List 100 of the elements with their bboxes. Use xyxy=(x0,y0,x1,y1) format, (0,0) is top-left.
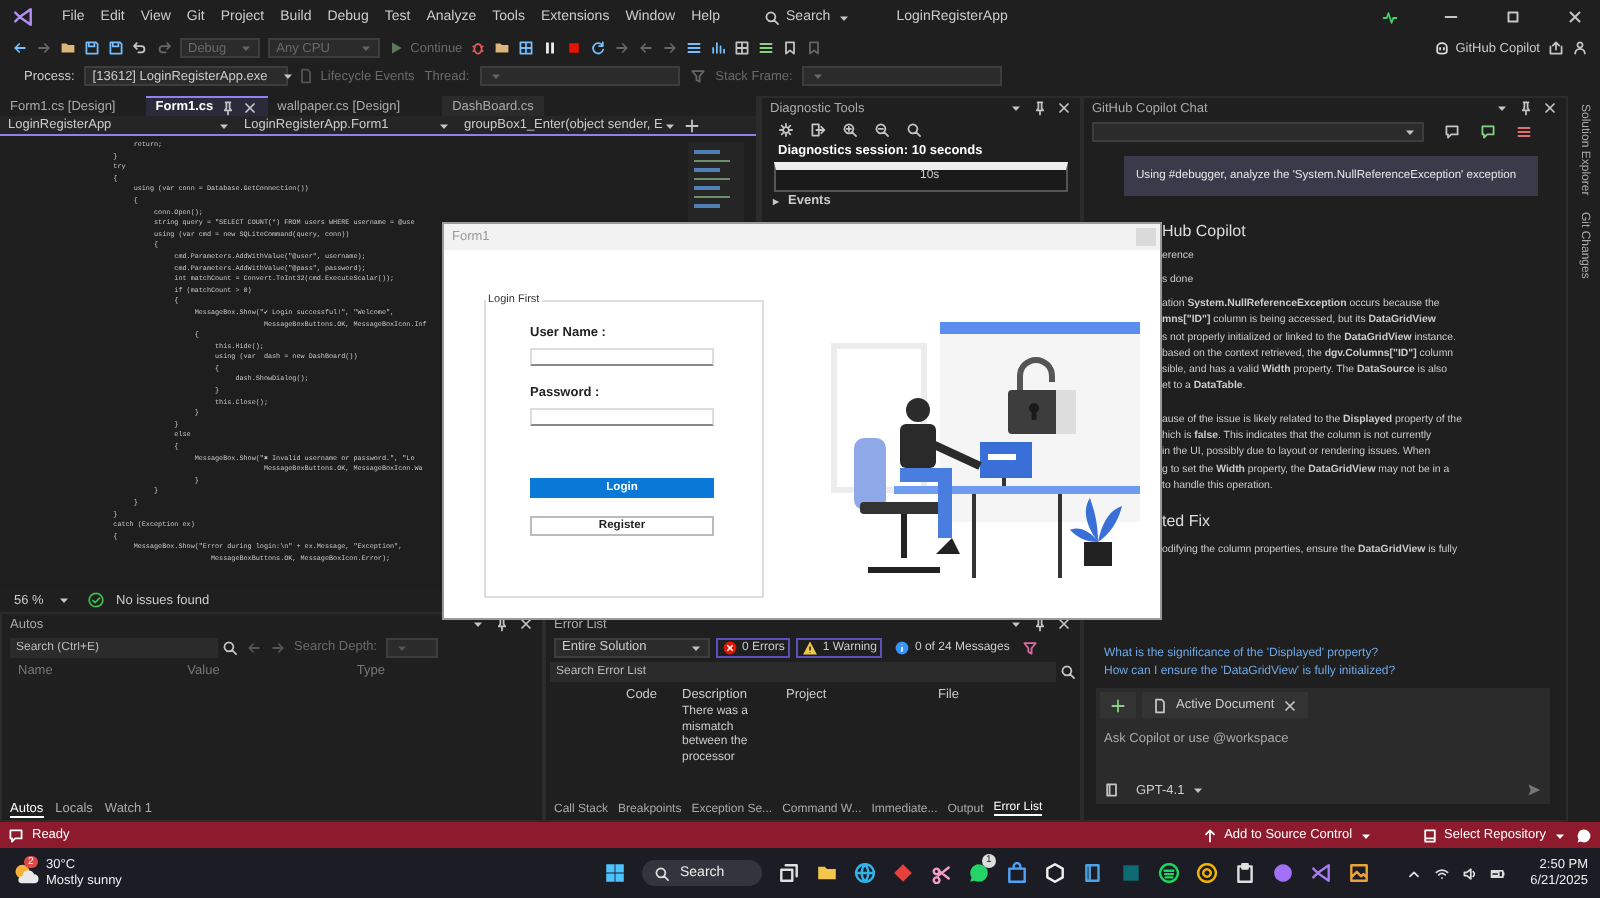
maximize-icon[interactable] xyxy=(1504,8,1522,26)
document-icon xyxy=(298,68,315,84)
response-heading: Hub Copilot xyxy=(1162,220,1248,244)
wifi-icon[interactable] xyxy=(1434,865,1451,881)
clipboard-icon[interactable] xyxy=(1234,862,1256,884)
caret-icon xyxy=(358,40,375,56)
windows-logo-icon[interactable] xyxy=(604,862,626,884)
close-icon[interactable] xyxy=(241,99,258,115)
book-icon[interactable] xyxy=(1082,862,1104,884)
diamond-icon[interactable] xyxy=(892,862,914,884)
arrow-up-icon xyxy=(1202,827,1219,843)
bars-icon[interactable] xyxy=(710,40,727,56)
plus-icon[interactable] xyxy=(684,117,700,133)
shopping-bag-icon[interactable] xyxy=(1006,862,1028,884)
close-icon[interactable] xyxy=(1542,100,1558,116)
caret-icon[interactable] xyxy=(1008,100,1024,116)
undo-icon[interactable] xyxy=(132,40,148,56)
close-icon[interactable] xyxy=(1566,8,1584,26)
filter-icon[interactable] xyxy=(1021,639,1038,655)
save-icon[interactable] xyxy=(108,40,124,56)
search-icon xyxy=(654,865,670,881)
stop-icon[interactable] xyxy=(566,40,583,56)
battery-icon[interactable] xyxy=(1490,865,1507,881)
search-icon[interactable] xyxy=(906,122,922,138)
folder-icon[interactable] xyxy=(60,40,76,56)
chat-bubble-icon[interactable] xyxy=(968,862,990,884)
info-icon xyxy=(894,639,911,655)
back-icon[interactable] xyxy=(12,40,28,56)
book-icon[interactable] xyxy=(1104,782,1120,798)
caret-icon xyxy=(238,40,255,56)
square-icon[interactable] xyxy=(1120,862,1142,884)
scissors-icon[interactable] xyxy=(930,862,952,884)
search-icon xyxy=(222,639,238,655)
send-icon[interactable] xyxy=(1526,782,1542,798)
chat-icon[interactable] xyxy=(1444,123,1460,139)
comment-icon xyxy=(8,827,24,843)
pin-icon[interactable] xyxy=(1032,616,1048,632)
speaker-icon[interactable] xyxy=(1462,865,1479,881)
arrow-right-icon[interactable] xyxy=(614,40,631,56)
ribbon-icon[interactable] xyxy=(1310,862,1332,884)
close-icon[interactable] xyxy=(1056,100,1072,116)
folder-icon[interactable] xyxy=(816,862,838,884)
caret-icon[interactable] xyxy=(470,616,486,632)
add-context-button[interactable] xyxy=(1100,692,1136,718)
window-stack-icon[interactable] xyxy=(778,862,800,884)
input-field[interactable] xyxy=(530,348,714,366)
share-icon[interactable] xyxy=(1548,40,1564,56)
hexagon-icon[interactable] xyxy=(1044,862,1066,884)
caret-icon xyxy=(56,592,72,608)
pin-icon[interactable] xyxy=(219,99,236,115)
settings-icon[interactable] xyxy=(778,122,794,138)
pause-icon[interactable] xyxy=(542,40,559,56)
caret-icon[interactable] xyxy=(1008,616,1024,632)
pin-icon[interactable] xyxy=(494,616,510,632)
forward-icon[interactable] xyxy=(36,40,52,56)
grid-icon[interactable] xyxy=(734,40,751,56)
notification-icon[interactable] xyxy=(1576,827,1592,843)
close-icon[interactable] xyxy=(1056,616,1072,632)
repository-icon xyxy=(1422,827,1439,843)
caret-icon xyxy=(279,68,296,84)
lines-icon[interactable] xyxy=(686,40,703,56)
lines-icon[interactable] xyxy=(1516,123,1532,139)
restart-icon[interactable] xyxy=(590,40,607,56)
triangle-icon xyxy=(768,194,784,210)
close-icon[interactable] xyxy=(518,616,534,632)
chat-icon[interactable] xyxy=(1480,123,1496,139)
input-field[interactable] xyxy=(530,408,714,426)
response-heading: ted Fix xyxy=(1162,510,1213,535)
pin-icon[interactable] xyxy=(1032,100,1048,116)
caret-icon[interactable] xyxy=(1494,100,1510,116)
arrow-right-icon[interactable] xyxy=(662,40,679,56)
zoom-in-icon[interactable] xyxy=(842,122,858,138)
account-icon[interactable] xyxy=(1572,40,1588,56)
lines-icon[interactable] xyxy=(758,40,775,56)
redo-icon[interactable] xyxy=(156,40,172,56)
folder-icon[interactable] xyxy=(494,40,511,56)
ring-icon[interactable] xyxy=(1196,862,1218,884)
app-logo-icon xyxy=(12,6,34,28)
filter-icon[interactable] xyxy=(689,68,706,84)
error-icon xyxy=(722,639,738,655)
picture-icon[interactable] xyxy=(1348,862,1370,884)
zoom-out-icon[interactable] xyxy=(874,122,890,138)
check-icon xyxy=(88,592,104,608)
arrow-left-icon[interactable] xyxy=(638,40,655,56)
globe-icon[interactable] xyxy=(854,862,876,884)
robot-face-icon xyxy=(1433,40,1450,56)
grid-icon[interactable] xyxy=(518,40,535,56)
pin-icon[interactable] xyxy=(1518,100,1534,116)
export-icon[interactable] xyxy=(810,122,826,138)
caret-icon xyxy=(810,68,827,84)
plus-icon xyxy=(1110,697,1126,713)
document-icon xyxy=(1152,697,1168,713)
search-icon xyxy=(1060,664,1076,680)
save-icon[interactable] xyxy=(84,40,100,56)
minimap-drawing xyxy=(688,142,744,222)
circle-icon[interactable] xyxy=(1272,862,1294,884)
caret-icon xyxy=(1190,782,1207,798)
bug-icon[interactable] xyxy=(470,40,487,56)
play-icon xyxy=(388,40,405,56)
warning-icon xyxy=(802,639,819,655)
